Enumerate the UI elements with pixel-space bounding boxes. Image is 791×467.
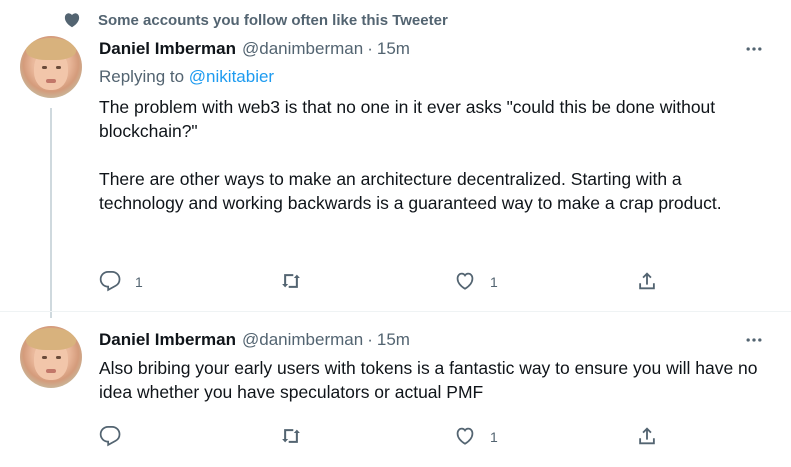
separator: · [367, 39, 373, 58]
author-name[interactable]: Daniel Imberman [99, 39, 236, 59]
tweet[interactable]: Daniel Imberman @danimberman · 15m Also … [0, 312, 791, 467]
timestamp[interactable]: 15m [377, 39, 410, 59]
retweet-button[interactable] [280, 425, 316, 449]
avatar[interactable] [20, 36, 82, 98]
share-icon [636, 270, 658, 295]
tweet-header: Daniel Imberman @danimberman · 15m [99, 38, 410, 60]
tweet-paragraph: There are other ways to make an architec… [99, 169, 722, 213]
like-count: 1 [490, 429, 498, 445]
tweet-header: Daniel Imberman @danimberman · 15m [99, 329, 410, 351]
like-icon [454, 270, 476, 295]
like-count: 1 [490, 274, 498, 290]
share-icon [636, 425, 658, 450]
tweet-paragraph: Also bribing your early users with token… [99, 358, 758, 402]
author-handle[interactable]: @danimberman [242, 39, 363, 59]
like-button[interactable]: 1 [454, 270, 498, 294]
tweet[interactable]: Daniel Imberman @danimberman · 15m Reply… [0, 0, 791, 318]
share-button[interactable] [636, 425, 658, 449]
author-handle[interactable]: @danimberman [242, 330, 363, 350]
author-name[interactable]: Daniel Imberman [99, 330, 236, 350]
reply-icon [99, 270, 121, 295]
share-button[interactable] [636, 270, 658, 294]
more-options-icon[interactable] [743, 38, 765, 60]
replying-to: Replying to @nikitabier [99, 67, 274, 87]
separator: · [367, 330, 373, 349]
timestamp[interactable]: 15m [377, 330, 410, 350]
like-icon [454, 425, 476, 450]
tweet-text: Also bribing your early users with token… [99, 356, 769, 404]
replying-to-label: Replying to [99, 67, 185, 86]
reply-button[interactable] [99, 425, 135, 449]
retweet-button[interactable] [280, 270, 316, 294]
tweet-paragraph: The problem with web3 is that no one in … [99, 97, 716, 141]
avatar[interactable] [20, 326, 82, 388]
more-options-icon[interactable] [743, 329, 765, 351]
retweet-icon [280, 425, 302, 450]
thread-line [50, 108, 52, 318]
reply-count: 1 [135, 274, 143, 290]
reply-button[interactable]: 1 [99, 270, 143, 294]
tweet-text: The problem with web3 is that no one in … [99, 95, 769, 215]
like-button[interactable]: 1 [454, 425, 498, 449]
reply-icon [99, 425, 121, 450]
mention-link[interactable]: @nikitabier [189, 67, 274, 86]
retweet-icon [280, 270, 302, 295]
